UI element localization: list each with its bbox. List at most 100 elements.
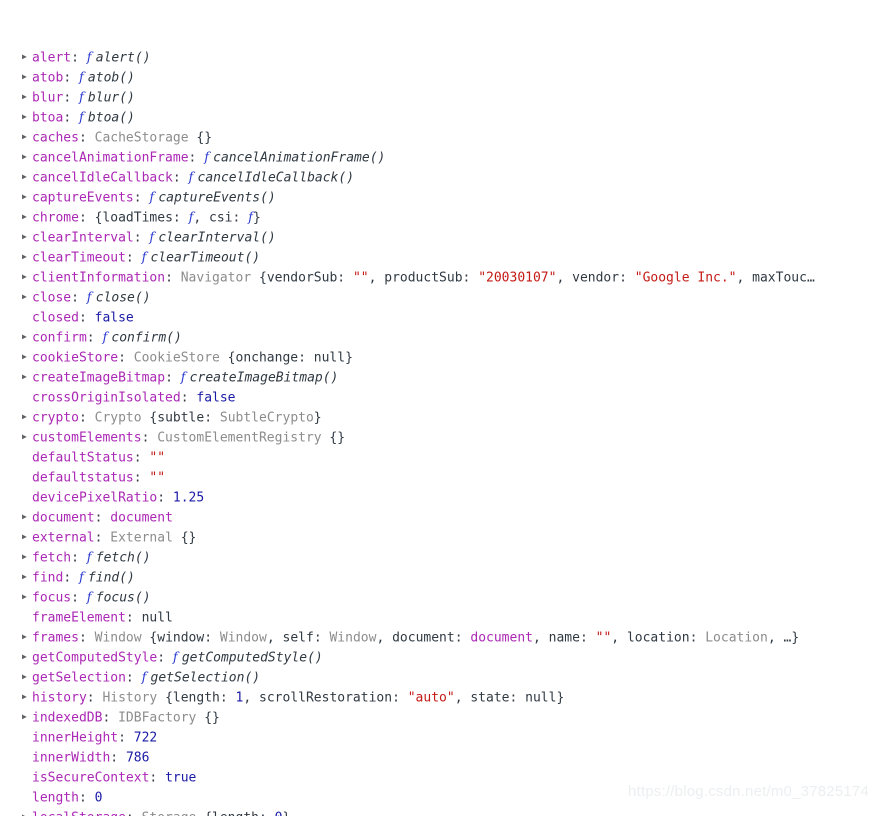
property-name: createImageBitmap — [32, 370, 166, 386]
prop29-value-token-20: Location — [705, 630, 768, 646]
property-row[interactable]: ▶ document: document — [0, 508, 881, 528]
property-row[interactable]: ▶ customElements: CustomElementRegistry {… — [0, 428, 881, 448]
expand-triangle-icon[interactable]: ▶ — [22, 268, 32, 287]
property-row[interactable]: ▶ external: External {} — [0, 528, 881, 548]
prop32-value-token-13: } — [556, 690, 565, 706]
prop29-value-token-15: : — [579, 630, 596, 646]
expand-triangle-icon[interactable]: ▶ — [22, 248, 32, 267]
property-row[interactable]: ▶ history: History {length: 1, scrollRest… — [0, 688, 881, 708]
console-result-row: ‹▼Window {window: Window, self: Window, … — [0, 23, 881, 48]
property-row[interactable]: ▶ close: f close() — [0, 288, 881, 308]
expand-triangle-icon[interactable]: ▶ — [22, 328, 32, 347]
expand-triangle-icon[interactable]: ▶ — [22, 288, 32, 307]
property-row[interactable]: ▶ clearTimeout: f clearTimeout() — [0, 248, 881, 268]
expand-triangle-icon[interactable]: ▶ — [22, 648, 32, 667]
expand-triangle-icon[interactable]: ▶ — [22, 368, 32, 387]
property-row[interactable]: ▶devicePixelRatio: 1.25 — [0, 488, 881, 508]
property-value: {loadTimes: f, csi: f} — [95, 211, 261, 226]
expand-triangle-icon[interactable]: ▶ — [22, 588, 32, 607]
property-row[interactable]: ▶ cancelIdleCallback: f cancelIdleCallbac… — [0, 168, 881, 188]
property-row[interactable]: ▶defaultStatus: "" — [0, 448, 881, 468]
property-row[interactable]: ▶innerHeight: 722 — [0, 728, 881, 748]
expand-triangle-icon[interactable]: ▶ — [22, 528, 32, 547]
property-row[interactable]: ▶ btoa: f btoa() — [0, 108, 881, 128]
property-row[interactable]: ▶ find: f find() — [0, 568, 881, 588]
expand-triangle-icon[interactable]: ▶ — [22, 508, 32, 527]
property-colon: : — [125, 670, 142, 686]
expand-triangle-icon[interactable]: ▶ — [22, 88, 32, 107]
property-row[interactable]: ▶closed: false — [0, 308, 881, 328]
expand-triangle-icon[interactable]: ▶ — [22, 168, 32, 187]
property-value: Crypto {subtle: SubtleCrypto} — [95, 411, 322, 426]
prop30-value-token-0: f — [172, 650, 182, 666]
expand-triangle-icon[interactable]: ▶ — [22, 348, 32, 367]
property-row[interactable]: ▶ captureEvents: f captureEvents() — [0, 188, 881, 208]
property-colon: : — [102, 710, 119, 726]
expand-triangle-icon[interactable]: ▶ — [22, 568, 32, 587]
property-row[interactable]: ▶ caches: CacheStorage {} — [0, 128, 881, 148]
expand-triangle-icon[interactable]: ▶ — [22, 228, 32, 247]
expand-triangle-icon[interactable]: ▶ — [22, 548, 32, 567]
expand-triangle-icon[interactable]: ▶ — [22, 688, 32, 707]
property-row[interactable]: ▶ focus: f focus() — [0, 588, 881, 608]
expand-triangle-icon[interactable]: ▶ — [22, 108, 32, 127]
expand-triangle-icon[interactable]: ▶ — [22, 148, 32, 167]
prop16-value-token-1: createImageBitmap() — [189, 370, 339, 386]
property-row[interactable]: ▶ cookieStore: CookieStore {onchange: nul… — [0, 348, 881, 368]
property-row[interactable]: ▶ blur: f blur() — [0, 88, 881, 108]
expand-triangle-icon[interactable]: ▶ — [22, 808, 32, 816]
property-row[interactable]: ▶crossOriginIsolated: false — [0, 388, 881, 408]
prop1-value-token-0: f — [78, 70, 88, 86]
prop20-value-token-0: "" — [149, 450, 166, 466]
property-row[interactable]: ▶ createImageBitmap: f createImageBitmap(… — [0, 368, 881, 388]
prop21-value-token-0: "" — [149, 470, 166, 486]
property-row[interactable]: ▶ getSelection: f getSelection() — [0, 668, 881, 688]
property-colon: : — [165, 370, 181, 386]
property-value: IDBFactory {} — [118, 711, 220, 726]
prop31-value-token-0: f — [141, 670, 151, 686]
property-row[interactable]: ▶defaultstatus: "" — [0, 468, 881, 488]
property-row[interactable]: ▶ clearInterval: f clearInterval() — [0, 228, 881, 248]
property-row[interactable]: ▶ crypto: Crypto {subtle: SubtleCrypto} — [0, 408, 881, 428]
prop11-value-token-1: { — [259, 270, 267, 286]
property-row[interactable]: ▶innerWidth: 786 — [0, 748, 881, 768]
property-row[interactable]: ▶ fetch: f fetch() — [0, 548, 881, 568]
property-row[interactable]: ▶length: 0 — [0, 788, 881, 808]
property-row[interactable]: ▶ clientInformation: Navigator {vendorSub… — [0, 268, 881, 288]
prop1-value-token-1: atob() — [87, 70, 135, 86]
prop32-value-token-11: : — [509, 690, 526, 706]
expand-triangle-icon[interactable]: ▶ — [22, 708, 32, 727]
expand-triangle-icon[interactable]: ▶ — [22, 208, 32, 227]
property-row[interactable]: ▶ atob: f atob() — [0, 68, 881, 88]
prop11-value-token-0: Navigator — [180, 270, 259, 286]
property-name: btoa — [32, 110, 64, 126]
expand-triangle-icon[interactable]: ▶ — [22, 428, 32, 447]
prop31-value-token-1: getSelection() — [150, 670, 261, 686]
property-row[interactable]: ▶ getComputedStyle: f getComputedStyle() — [0, 648, 881, 668]
property-colon: : — [157, 490, 173, 506]
prop11-value-token-7: : — [462, 270, 479, 286]
expand-triangle-icon[interactable]: ▶ — [22, 68, 32, 87]
property-row[interactable]: ▶ indexedDB: IDBFactory {} — [0, 708, 881, 728]
property-row[interactable]: ▶localStorage: Storage {length: 0} — [0, 808, 881, 816]
property-name: defaultStatus — [32, 450, 134, 466]
property-row[interactable]: ▶ confirm: f confirm() — [0, 328, 881, 348]
property-name: document — [32, 510, 95, 526]
property-row[interactable]: ▶ cancelAnimationFrame: f cancelAnimation… — [0, 148, 881, 168]
expand-triangle-icon[interactable]: ▶ — [22, 668, 32, 687]
property-name: chrome — [32, 210, 79, 226]
expand-triangle-icon[interactable]: ▶ — [22, 628, 32, 647]
property-row[interactable]: ▶ alert: f alert() — [0, 48, 881, 68]
expand-triangle-icon[interactable]: ▶ — [22, 128, 32, 147]
property-colon: : — [78, 410, 95, 426]
expand-triangle-icon[interactable]: ▶ — [22, 48, 32, 67]
property-row[interactable]: ▶frameElement: null — [0, 608, 881, 628]
property-row[interactable]: ▶isSecureContext: true — [0, 768, 881, 788]
devtools-console-panel[interactable]: >window ‹▼Window {window: Window, self: … — [0, 0, 881, 816]
expand-triangle-icon[interactable]: ▶ — [22, 188, 32, 207]
prop16-value-token-0: f — [180, 370, 190, 386]
property-name: cancelAnimationFrame — [32, 150, 189, 166]
property-row[interactable]: ▶ frames: Window {window: Window, self: W… — [0, 628, 881, 648]
property-row[interactable]: ▶ chrome: {loadTimes: f, csi: f} — [0, 208, 881, 228]
expand-triangle-icon[interactable]: ▶ — [22, 408, 32, 427]
